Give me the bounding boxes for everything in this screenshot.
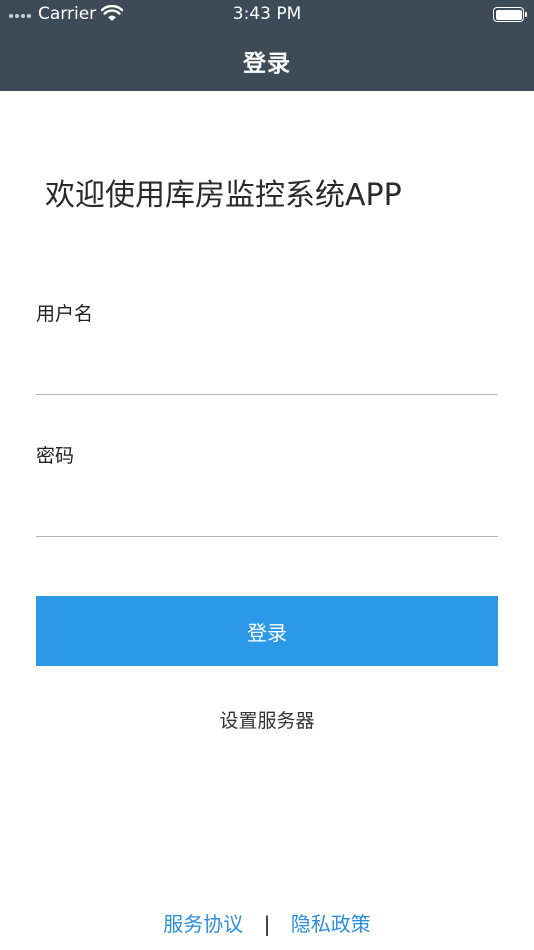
- password-input[interactable]: [36, 497, 498, 537]
- username-input[interactable]: [36, 355, 498, 395]
- navigation-bar: 登录: [0, 30, 534, 91]
- login-button[interactable]: 登录: [36, 596, 498, 666]
- battery-icon: [493, 7, 527, 22]
- username-label: 用户名: [36, 303, 94, 325]
- welcome-heading: 欢迎使用库房监控系统APP: [45, 178, 402, 213]
- privacy-policy-link[interactable]: 隐私政策: [291, 912, 371, 936]
- footer-separator: |: [263, 912, 271, 936]
- password-label: 密码: [36, 445, 75, 467]
- server-settings-link[interactable]: 设置服务器: [0, 706, 534, 733]
- footer-links: 服务协议 | 隐私政策: [0, 908, 534, 937]
- page-title: 登录: [243, 51, 291, 77]
- status-time: 3:43 PM: [232, 4, 302, 24]
- service-agreement-link[interactable]: 服务协议: [163, 912, 243, 936]
- status-bar: Carrier 3:43 PM: [0, 0, 534, 30]
